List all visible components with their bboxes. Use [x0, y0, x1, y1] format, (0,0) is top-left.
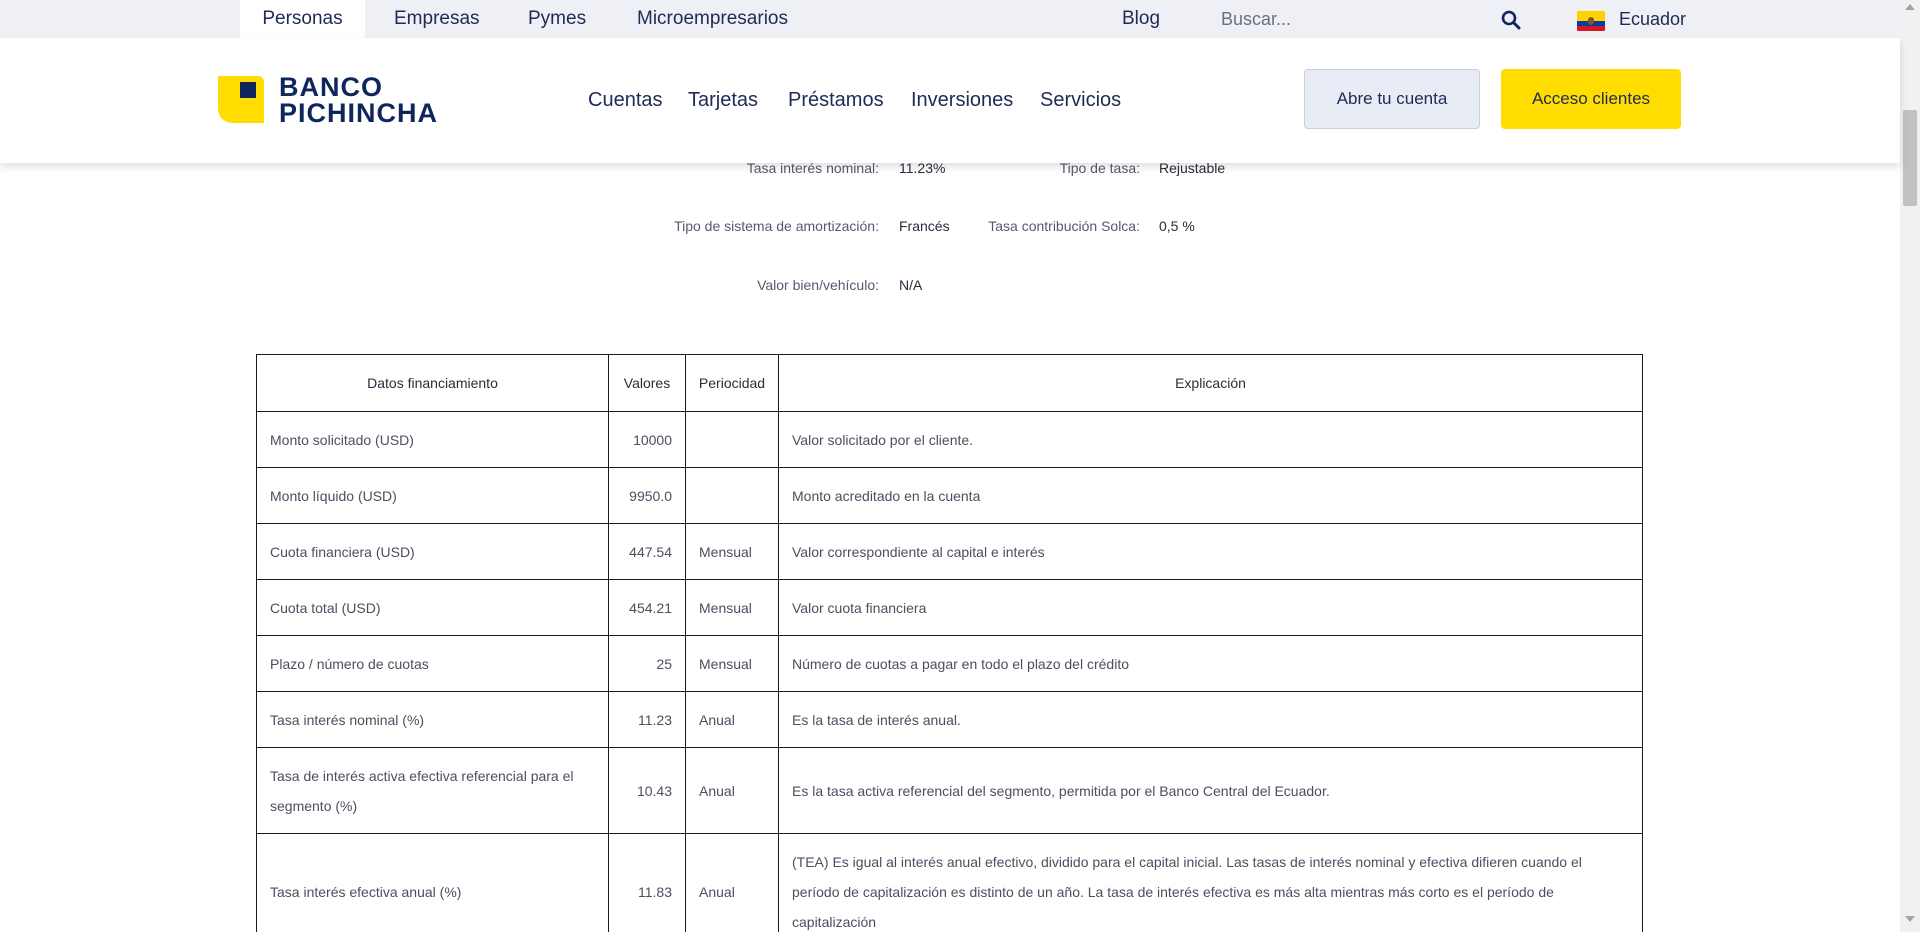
- cell-periodicidad: Mensual: [685, 523, 779, 580]
- cell-dato: Plazo / número de cuotas: [256, 635, 609, 692]
- cell-explicacion: Valor cuota financiera: [778, 579, 1643, 636]
- column-header-valores: Valores: [608, 354, 686, 412]
- logo-icon[interactable]: [218, 76, 264, 123]
- cell-valor: 454.21: [608, 579, 686, 636]
- segment-microempresarios[interactable]: Microempresarios: [637, 0, 788, 38]
- page-scrollbar[interactable]: [1900, 0, 1920, 932]
- nav-tarjetas[interactable]: Tarjetas: [688, 88, 758, 112]
- scroll-up-arrow-icon[interactable]: [1905, 4, 1915, 10]
- table-row: Monto solicitado (USD) 10000 Valor solic…: [256, 411, 1643, 468]
- cell-periodicidad: Mensual: [685, 635, 779, 692]
- search-input[interactable]: [1221, 6, 1481, 32]
- cell-periodicidad: [685, 411, 779, 468]
- search-box: [1209, 0, 1519, 38]
- nav-prestamos[interactable]: Préstamos: [788, 88, 884, 112]
- cell-periodicidad: [685, 467, 779, 524]
- cell-valor: 10000: [608, 411, 686, 468]
- cell-periodicidad: Anual: [685, 747, 779, 834]
- cell-dato: Monto solicitado (USD): [256, 411, 609, 468]
- cell-dato: Cuota financiera (USD): [256, 523, 609, 580]
- summary-asset-value-label: Valor bien/vehículo:: [757, 277, 879, 293]
- summary-amortization-label: Tipo de sistema de amortización:: [674, 218, 879, 234]
- table-row: Cuota total (USD) 454.21 Mensual Valor c…: [256, 579, 1643, 636]
- table-row: Tasa de interés activa efectiva referenc…: [256, 747, 1643, 834]
- cell-dato: Tasa interés nominal (%): [256, 691, 609, 748]
- blog-link[interactable]: Blog: [1122, 0, 1160, 38]
- column-header-datos: Datos financiamiento: [256, 354, 609, 412]
- cell-dato: Cuota total (USD): [256, 579, 609, 636]
- summary-amortization-value: Francés: [899, 218, 950, 234]
- financing-table: Datos financiamiento Valores Periocidad …: [256, 354, 1643, 932]
- cell-explicacion: Es la tasa de interés anual.: [778, 691, 1643, 748]
- top-utility-bar: Personas Empresas Pymes Microempresarios…: [0, 0, 1900, 38]
- cell-valor: 25: [608, 635, 686, 692]
- cell-valor: 9950.0: [608, 467, 686, 524]
- client-access-button[interactable]: Acceso clientes: [1501, 69, 1681, 129]
- segment-personas[interactable]: Personas: [240, 0, 365, 38]
- column-header-periodicidad: Periocidad: [685, 354, 779, 412]
- ecuador-flag-icon[interactable]: [1577, 11, 1605, 31]
- scroll-down-arrow-icon[interactable]: [1905, 916, 1915, 922]
- table-row: Monto líquido (USD) 9950.0 Monto acredit…: [256, 467, 1643, 524]
- cell-explicacion: Valor correspondiente al capital e inter…: [778, 523, 1643, 580]
- cell-periodicidad: Anual: [685, 833, 779, 932]
- table-row: Cuota financiera (USD) 447.54 Mensual Va…: [256, 523, 1643, 580]
- cell-explicacion: Número de cuotas a pagar en todo el plaz…: [778, 635, 1643, 692]
- cell-dato: Monto líquido (USD): [256, 467, 609, 524]
- column-header-explicacion: Explicación: [778, 354, 1643, 412]
- cell-dato: Tasa de interés activa efectiva referenc…: [256, 747, 609, 834]
- cell-explicacion: Valor solicitado por el cliente.: [778, 411, 1643, 468]
- cell-dato: Tasa interés efectiva anual (%): [256, 833, 609, 932]
- segment-empresas[interactable]: Empresas: [394, 0, 480, 38]
- main-header: BANCO PICHINCHA Cuentas Tarjetas Préstam…: [0, 38, 1900, 163]
- country-selector[interactable]: Ecuador: [1619, 0, 1686, 38]
- cell-explicacion: Es la tasa activa referencial del segmen…: [778, 747, 1643, 834]
- cell-valor: 11.83: [608, 833, 686, 932]
- summary-solca-label: Tasa contribución Solca:: [988, 218, 1140, 234]
- cell-explicacion: Monto acreditado en la cuenta: [778, 467, 1643, 524]
- table-row: Plazo / número de cuotas 25 Mensual Núme…: [256, 635, 1643, 692]
- summary-asset-value-value: N/A: [899, 277, 923, 293]
- table-row: Tasa interés nominal (%) 11.23 Anual Es …: [256, 691, 1643, 748]
- cell-periodicidad: Anual: [685, 691, 779, 748]
- logo-line-2: PICHINCHA: [279, 98, 439, 128]
- logo-line-1: BANCO: [279, 72, 383, 102]
- nav-servicios[interactable]: Servicios: [1040, 88, 1121, 112]
- logo-wordmark[interactable]: BANCO PICHINCHA: [279, 72, 439, 128]
- cell-explicacion: (TEA) Es igual al interés anual efectivo…: [778, 833, 1643, 932]
- cell-valor: 10.43: [608, 747, 686, 834]
- cell-periodicidad: Mensual: [685, 579, 779, 636]
- search-icon[interactable]: [1500, 9, 1522, 31]
- table-row: Tasa interés efectiva anual (%) 11.83 An…: [256, 833, 1643, 932]
- cell-valor: 447.54: [608, 523, 686, 580]
- scroll-thumb[interactable]: [1903, 110, 1917, 206]
- cell-valor: 11.23: [608, 691, 686, 748]
- nav-cuentas[interactable]: Cuentas: [588, 88, 663, 112]
- open-account-button[interactable]: Abre tu cuenta: [1304, 69, 1480, 129]
- segment-pymes[interactable]: Pymes: [528, 0, 586, 38]
- nav-inversiones[interactable]: Inversiones: [911, 88, 1013, 112]
- summary-solca-value: 0,5 %: [1159, 218, 1195, 234]
